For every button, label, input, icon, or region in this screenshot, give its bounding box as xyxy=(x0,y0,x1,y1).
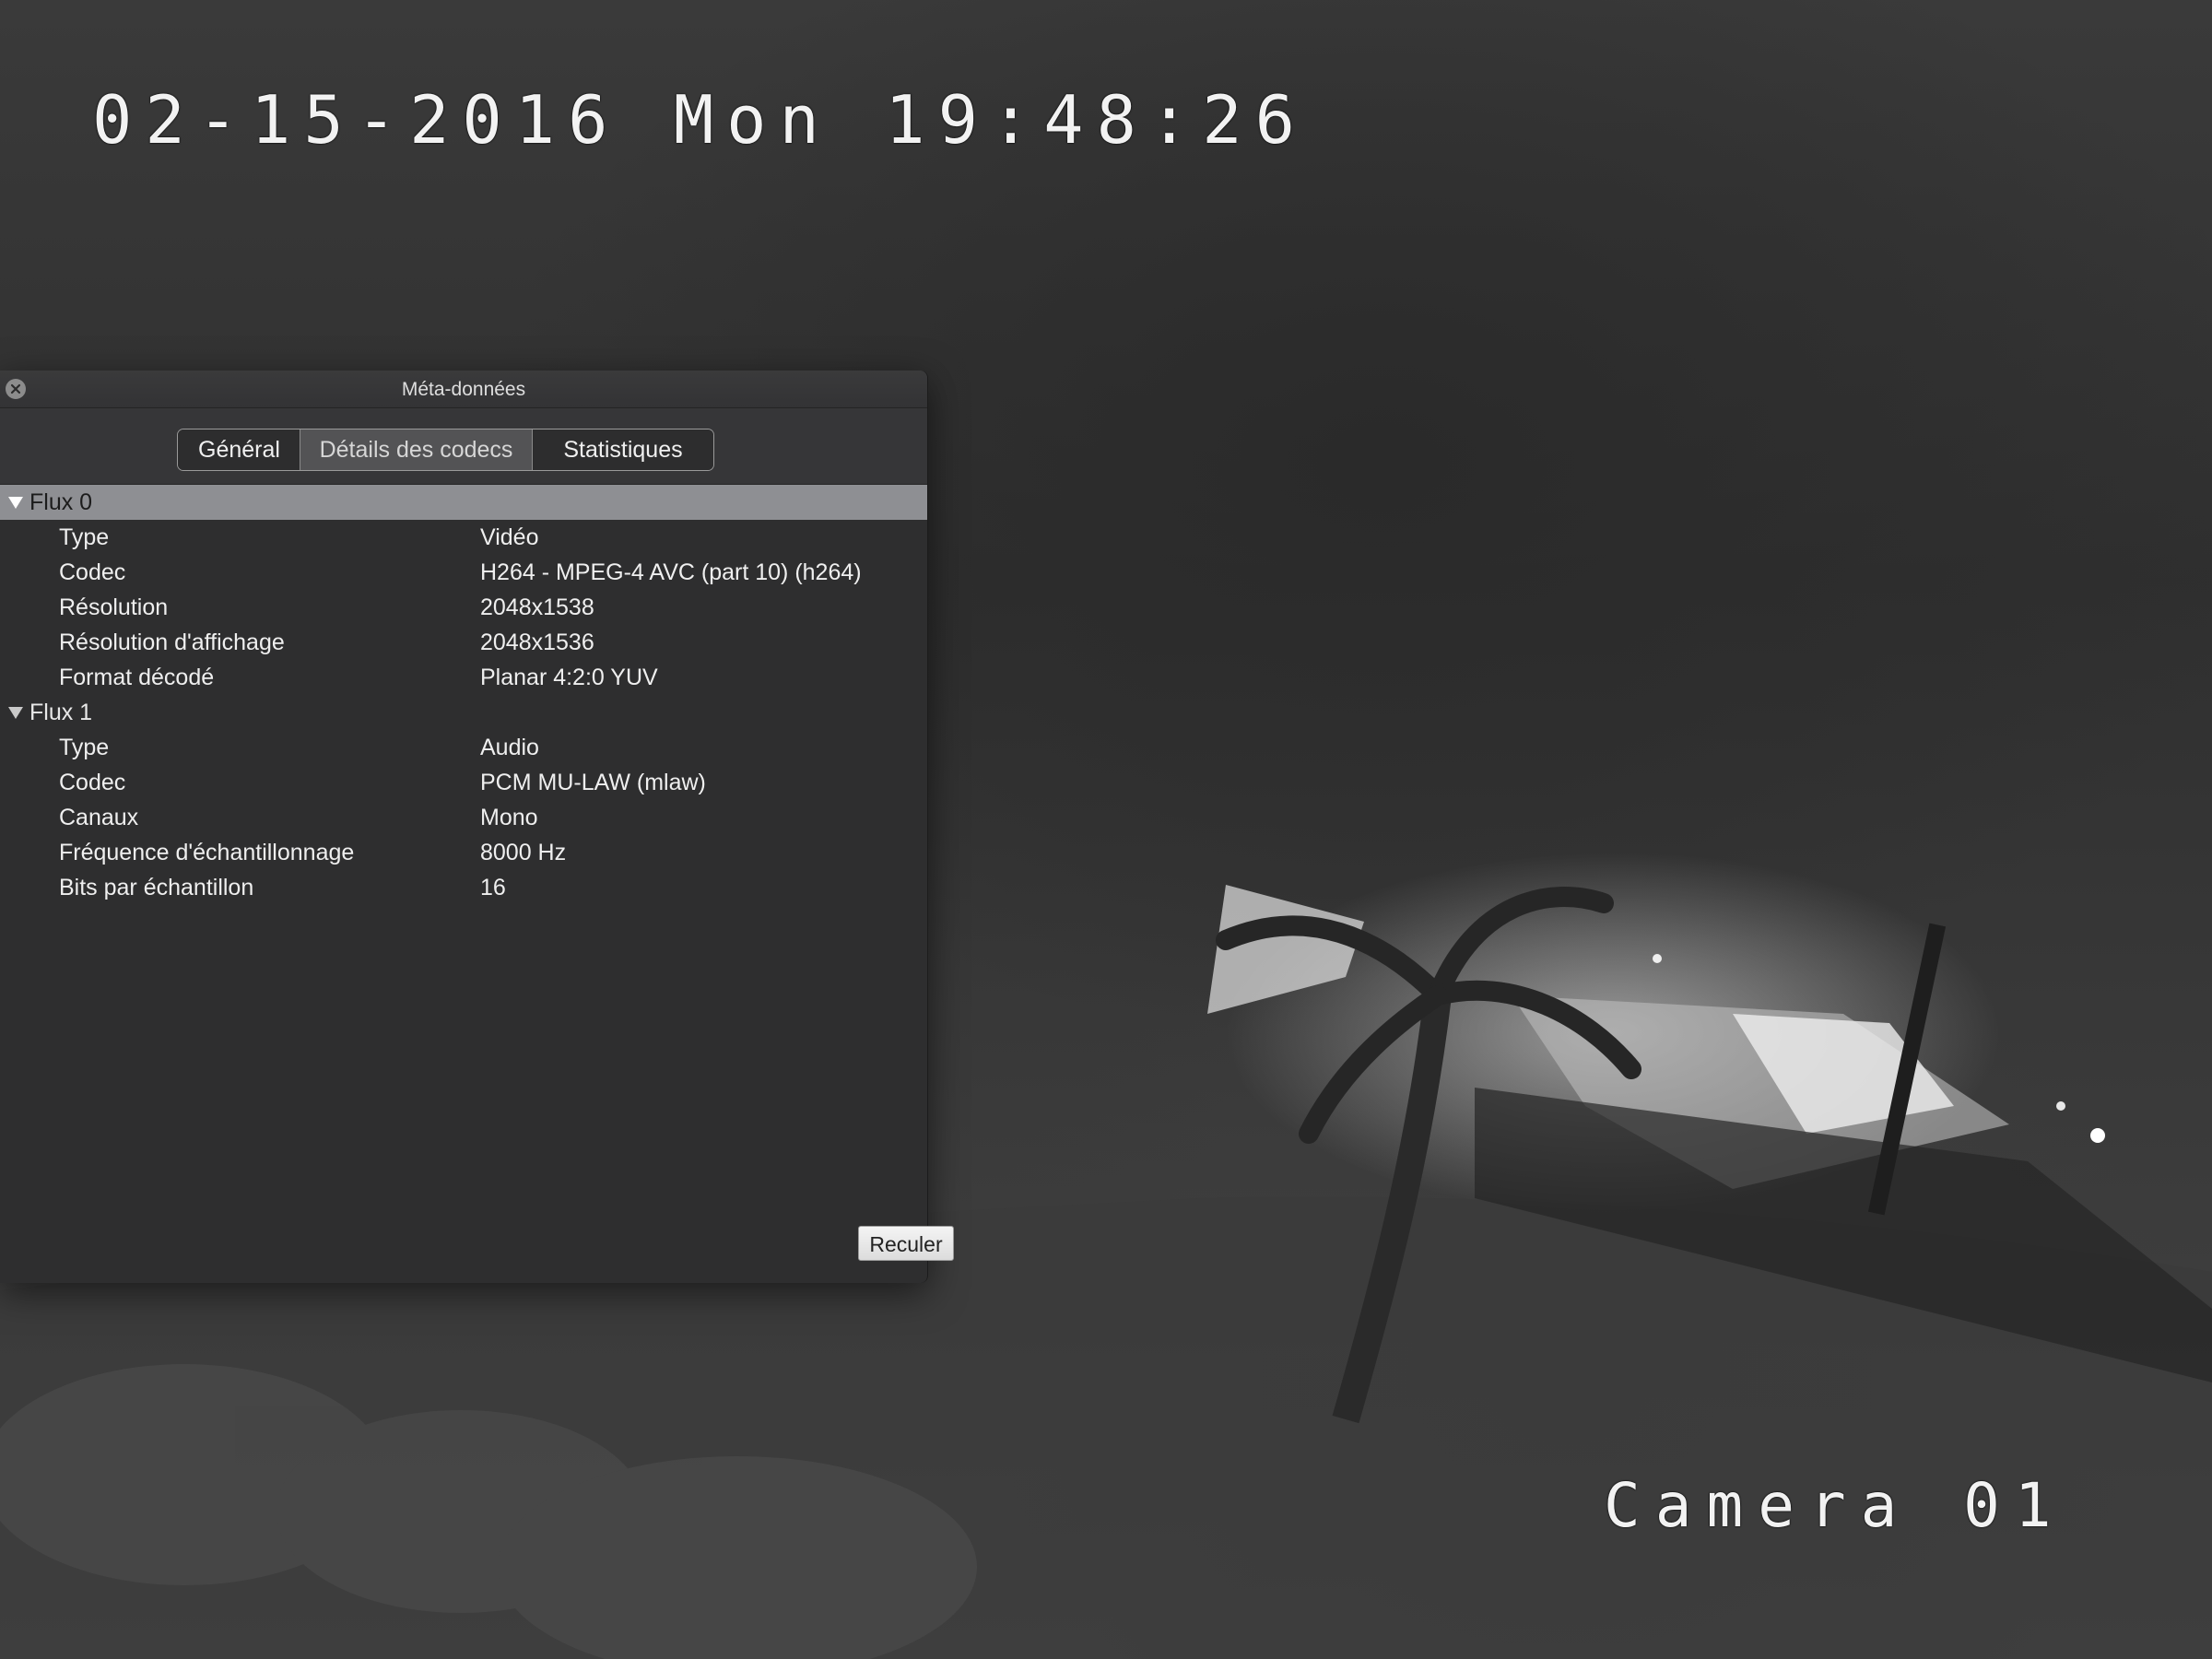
property-value: PCM MU-LAW (mlaw) xyxy=(480,770,706,795)
property-row[interactable]: Résolution 2048x1538 xyxy=(0,590,927,625)
stream-label: Flux 1 xyxy=(29,700,93,725)
property-key: Canaux xyxy=(59,805,139,830)
property-row[interactable]: Résolution d'affichage 2048x1536 xyxy=(0,625,927,660)
property-row[interactable]: Codec H264 - MPEG-4 AVC (part 10) (h264) xyxy=(0,555,927,590)
property-value: Vidéo xyxy=(480,524,539,550)
panel-titlebar[interactable]: Méta-données xyxy=(0,371,927,408)
disclosure-triangle-icon[interactable] xyxy=(8,497,23,509)
property-row[interactable]: Type Audio xyxy=(0,730,927,765)
tab-general[interactable]: Général xyxy=(178,429,300,470)
stream-group-1[interactable]: Flux 1 xyxy=(0,695,927,730)
property-key: Type xyxy=(59,735,110,760)
property-value: 8000 Hz xyxy=(480,840,567,865)
property-key: Résolution xyxy=(59,594,169,620)
property-value: 2048x1536 xyxy=(480,629,594,655)
property-row[interactable]: Codec PCM MU-LAW (mlaw) xyxy=(0,765,927,800)
disclosure-triangle-icon[interactable] xyxy=(8,707,23,719)
property-value: 2048x1538 xyxy=(480,594,594,620)
property-key: Codec xyxy=(59,770,126,795)
panel-toolbar: Général Détails des codecs Statistiques xyxy=(0,408,927,485)
property-row[interactable]: Canaux Mono xyxy=(0,800,927,835)
property-key: Résolution d'affichage xyxy=(59,629,285,655)
panel-title: Méta-données xyxy=(401,379,526,400)
property-value: Planar 4:2:0 YUV xyxy=(480,665,658,690)
property-row[interactable]: Fréquence d'échantillonnage 8000 Hz xyxy=(0,835,927,870)
property-row[interactable]: Type Vidéo xyxy=(0,520,927,555)
property-key: Type xyxy=(59,524,110,550)
property-row[interactable]: Format décodé Planar 4:2:0 YUV xyxy=(0,660,927,695)
tab-statistics[interactable]: Statistiques xyxy=(533,429,713,470)
property-value: Audio xyxy=(480,735,539,760)
codec-tree: Flux 0 Type Vidéo Codec H264 - MPEG-4 AV… xyxy=(0,485,927,905)
property-key: Format décodé xyxy=(59,665,215,690)
osd-datetime-overlay: 02-15-2016 Mon 19:48:26 xyxy=(92,81,1308,159)
osd-camera-label: Camera 01 xyxy=(1604,1470,2066,1541)
property-key: Bits par échantillon xyxy=(59,875,254,900)
tab-codec-details[interactable]: Détails des codecs xyxy=(300,429,533,470)
back-button[interactable]: Reculer xyxy=(858,1226,954,1261)
stream-label: Flux 0 xyxy=(29,489,93,515)
property-row[interactable]: Bits par échantillon 16 xyxy=(0,870,927,905)
property-value: 16 xyxy=(480,875,506,900)
property-key: Fréquence d'échantillonnage xyxy=(59,840,355,865)
property-value: Mono xyxy=(480,805,538,830)
stream-group-0[interactable]: Flux 0 xyxy=(0,485,927,520)
property-value: H264 - MPEG-4 AVC (part 10) (h264) xyxy=(480,559,862,585)
property-key: Codec xyxy=(59,559,126,585)
tab-segmented-control: Général Détails des codecs Statistiques xyxy=(177,429,714,471)
metadata-panel: Méta-données Général Détails des codecs … xyxy=(0,371,954,1283)
